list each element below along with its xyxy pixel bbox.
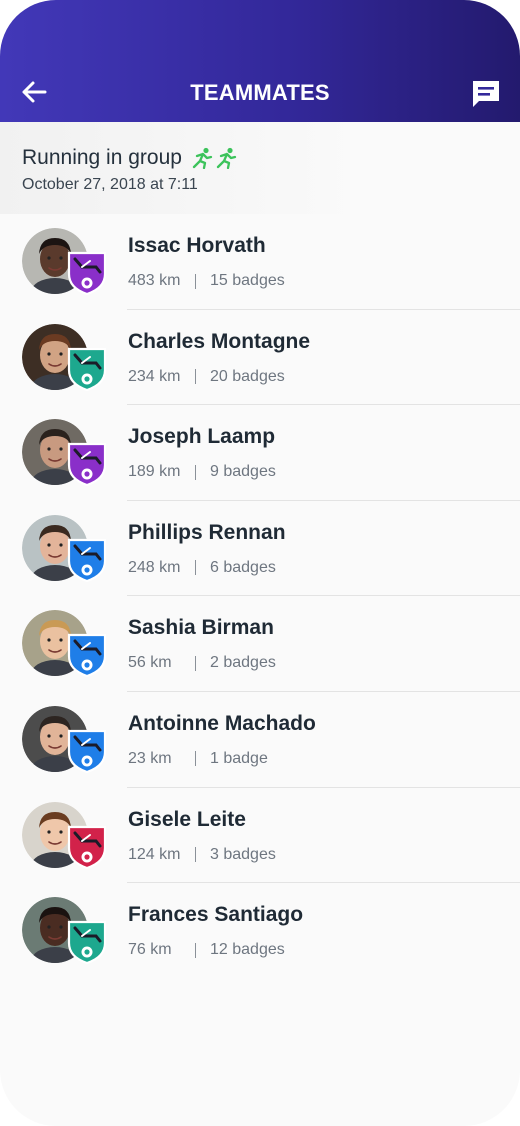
teammate-distance: 124 km [128, 845, 181, 863]
teammate-stats: 234 km 20 badges [128, 368, 285, 386]
teammate-row[interactable]: Issac Horvath 483 km 15 badges [0, 214, 520, 310]
teammate-distance: 234 km [128, 367, 181, 385]
stats-separator [195, 942, 196, 958]
stats-separator [195, 751, 196, 767]
teammate-name: Phillips Rennan [128, 520, 286, 544]
teammate-stats: 56 km 2 badges [128, 654, 276, 672]
teammate-stats: 76 km 12 badges [128, 941, 285, 959]
teammate-stats: 124 km 3 badges [128, 846, 276, 864]
teammate-distance: 248 km [128, 558, 181, 576]
teammate-row[interactable]: Frances Santiago 76 km 12 badges [0, 883, 520, 979]
chat-button[interactable] [468, 76, 504, 112]
teammates-list: Issac Horvath 483 km 15 badges Charles Mont… [0, 214, 520, 979]
teammate-name: Issac Horvath [128, 234, 266, 257]
shield-badge-icon [67, 251, 107, 296]
shield-badge-icon [67, 729, 107, 774]
runners-icon [192, 147, 237, 169]
teammate-row[interactable]: Sashia Birman 56 km 2 badges [0, 596, 520, 692]
teammate-distance: 23 km [128, 749, 172, 767]
teammate-badges: 9 badges [210, 463, 276, 481]
teammate-row[interactable]: Gisele Leite 124 km 3 badges [0, 788, 520, 884]
avatar-group [22, 610, 107, 678]
avatar-group [22, 514, 107, 582]
stats-separator [195, 655, 196, 671]
shield-badge-icon [67, 538, 107, 582]
teammate-badges: 12 badges [210, 941, 285, 959]
teammate-distance: 56 km [128, 654, 172, 672]
teammate-distance: 483 km [128, 272, 181, 289]
shield-badge-icon [67, 347, 107, 391]
avatar-group [22, 801, 107, 869]
shield-badge-icon [67, 443, 107, 487]
teammate-badges: 1 badge [210, 749, 268, 767]
group-date: October 27, 2018 at 7:11 [22, 176, 198, 193]
teammate-stats: 189 km 9 badges [128, 463, 276, 481]
stats-separator [195, 847, 196, 863]
teammate-row[interactable]: Antoinne Machado 23 km 1 badge [0, 692, 520, 788]
teammate-row[interactable]: Phillips Rennan 248 km 6 badges [0, 501, 520, 597]
teammate-badges: 2 badges [210, 654, 276, 672]
teammate-name: Frances Santiago [128, 903, 304, 927]
teammate-stats: 483 km 15 badges [128, 272, 285, 290]
teammate-distance: 76 km [128, 941, 172, 959]
stats-separator [195, 369, 196, 385]
avatar-group [22, 419, 107, 487]
teammate-row[interactable]: Joseph Laamp 189 km 9 badges [0, 405, 520, 501]
shield-badge-icon [67, 634, 107, 678]
teammate-name: Charles Montagne [128, 329, 311, 353]
teammate-name: Gisele Leite [128, 807, 246, 831]
teammate-name: Antoinne Machado [128, 711, 316, 735]
group-title: Running in group [22, 146, 182, 169]
app-header: TEAMMATES [0, 0, 520, 122]
avatar-group [22, 705, 107, 774]
teammate-row[interactable]: Charles Montagne 234 km 20 badges [0, 310, 520, 406]
teammates-screen: TEAMMATES Running in group October 27, 2… [0, 0, 520, 1126]
stats-separator [195, 464, 196, 480]
shield-badge-icon [67, 921, 107, 965]
avatar-group [22, 228, 107, 296]
teammate-distance: 189 km [128, 463, 181, 481]
avatar-group [22, 897, 107, 965]
stats-separator [195, 560, 196, 576]
teammate-name: Sashia Birman [128, 616, 274, 640]
page-title: TEAMMATES [190, 80, 330, 105]
stats-separator [195, 273, 196, 289]
teammate-badges: 6 badges [210, 558, 276, 576]
teammate-badges: 20 badges [210, 367, 285, 385]
group-info: Running in group October 27, 2018 at 7:1… [0, 122, 520, 214]
teammate-badges: 3 badges [210, 845, 276, 863]
teammate-name: Joseph Laamp [128, 425, 276, 449]
teammate-stats: 248 km 6 badges [128, 559, 276, 577]
teammate-stats: 23 km 1 badge [128, 750, 268, 768]
shield-badge-icon [67, 825, 107, 869]
chat-bubble-icon [473, 81, 499, 107]
teammate-badges: 15 badges [210, 272, 285, 289]
avatar-group [22, 323, 107, 391]
